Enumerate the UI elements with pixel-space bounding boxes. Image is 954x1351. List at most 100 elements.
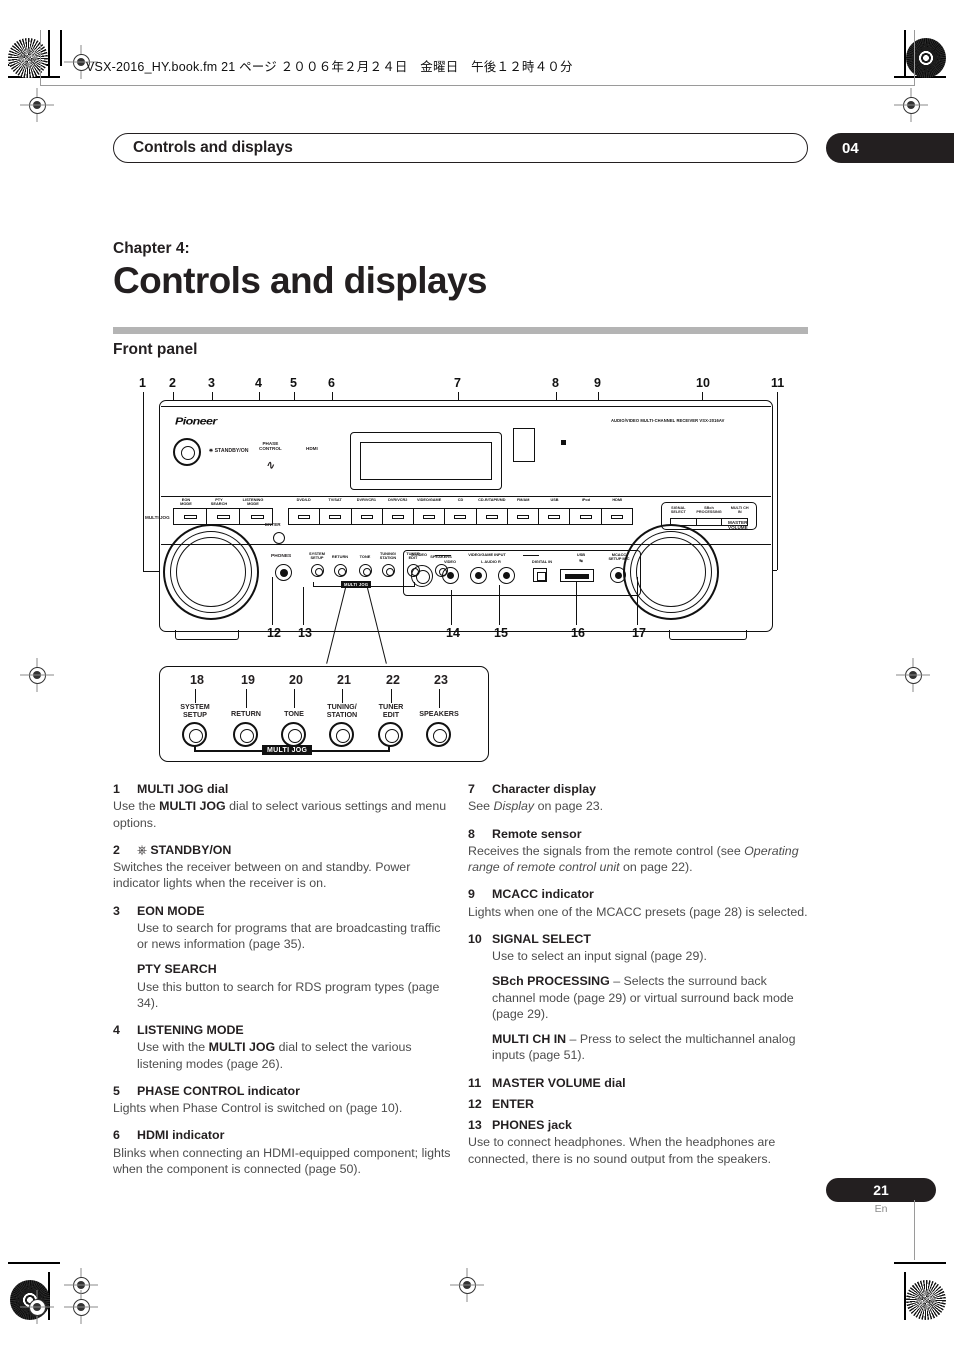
detail-num-20: 20	[289, 673, 303, 687]
crop-mark-tl-v	[48, 30, 50, 78]
input-button-dvr-vcr1[interactable]	[352, 509, 383, 524]
callout-13: 13	[298, 626, 312, 640]
entry-1-body: Use the MULTI JOG dial to select various…	[113, 798, 453, 831]
leader-13	[303, 587, 304, 625]
leader-15	[499, 585, 500, 625]
callout-11: 11	[771, 376, 785, 390]
multi-jog-dial[interactable]	[163, 524, 259, 620]
input-label-7: FM/AM	[516, 498, 530, 502]
description-column-right: 7 Character display See Display on page 2…	[468, 781, 808, 1178]
entry-4-title: LISTENING MODE	[137, 1023, 244, 1037]
input-button-ipod[interactable]	[570, 509, 602, 524]
input-button-cd[interactable]	[445, 509, 477, 524]
entry-11-title: MASTER VOLUME dial	[492, 1075, 626, 1090]
s-video-jack[interactable]	[411, 565, 433, 587]
callout-7: 7	[454, 376, 461, 390]
entry-8-title: Remote sensor	[492, 826, 582, 841]
crop-mark-tl-v2	[60, 30, 62, 66]
callout-12: 12	[267, 626, 281, 640]
character-display	[350, 432, 502, 490]
return-button[interactable]	[334, 564, 347, 577]
registration-mark-left-top	[20, 88, 54, 122]
detail-label-23: SPEAKERS	[419, 709, 459, 718]
crop-mark-bl-h	[8, 1262, 60, 1264]
input-button-fm-am[interactable]	[508, 509, 540, 524]
entry-3: 3 EON MODE Use to search for programs tha…	[113, 903, 453, 1012]
entry-10-sub2: MULTI CH IN – Press to select the multic…	[492, 1031, 808, 1064]
entry-7-head: 7 Character display	[468, 781, 808, 797]
usb-port[interactable]	[560, 569, 594, 582]
entry-9-head: 9 MCACC indicator	[468, 886, 808, 902]
entry-10: 10 SIGNAL SELECT Use to select an input s…	[468, 931, 808, 1064]
entry-10-sub2-key: MULTI CH IN	[492, 1032, 567, 1046]
s-video-io-label: S-VIDEO	[411, 552, 427, 557]
input-button-dvr-vcr2[interactable]	[383, 509, 415, 524]
io-group-rule-right	[523, 555, 539, 556]
entry-2-head: 2 ⎈ STANDBY/ON	[113, 842, 453, 858]
entry-9-body: Lights when one of the MCACC presets (pa…	[468, 904, 808, 919]
detail-knob-tone[interactable]	[281, 722, 306, 747]
leader-14	[451, 590, 452, 625]
phones-jack[interactable]	[275, 564, 292, 581]
chassis-foot-right	[669, 630, 747, 640]
input-label-5: CD	[457, 498, 464, 502]
detail-knob-return[interactable]	[233, 722, 258, 747]
input-label-1: TV/SAT	[328, 498, 342, 502]
detail-leader-20	[294, 689, 296, 708]
detail-knob-tuning-station[interactable]	[329, 722, 354, 747]
entry-10-sub1: SBch PROCESSING – Selects the surround b…	[492, 973, 808, 1022]
multi-jog-tag: MULTI JOG	[341, 581, 372, 588]
detail-label-19: RETURN	[231, 709, 261, 718]
phones-jack-label: PHONES	[271, 554, 292, 559]
entry-4-body-a: Use with the	[137, 1040, 209, 1055]
mcacc-setup-mic-jack[interactable]	[610, 567, 626, 583]
entry-6: 6 HDMI indicator Blinks when connecting a…	[113, 1127, 453, 1177]
tuning-station-button[interactable]	[382, 564, 395, 577]
entry-3-head: 3 EON MODE	[113, 903, 453, 919]
detail-knob-system-setup[interactable]	[182, 722, 207, 747]
system-setup-button[interactable]	[311, 564, 324, 577]
standby-on-button[interactable]	[173, 438, 201, 466]
tone-button[interactable]	[359, 564, 372, 577]
entry-3-title: EON MODE	[137, 903, 205, 918]
entry-6-title: HDMI indicator	[137, 1128, 225, 1143]
input-button-video-game[interactable]	[414, 509, 446, 524]
input-label-8: USB	[550, 498, 559, 502]
digital-in-label: DIGITAL IN	[531, 559, 553, 564]
front-panel-figure: 1 2 3 4 5 6 7 8 9 10 11 Pioneer AUDIO/VI…	[113, 372, 813, 772]
entry-7: 7 Character display See Display on page 2…	[468, 781, 808, 815]
detail-knob-speakers[interactable]	[426, 722, 451, 747]
digital-in-optical-jack[interactable]	[533, 568, 547, 582]
entry-10-head: 10 SIGNAL SELECT	[468, 931, 808, 947]
input-label-9: iPod	[581, 498, 591, 502]
entry-13-head: 13 PHONES jack	[468, 1117, 808, 1133]
entry-6-num: 6	[113, 1128, 120, 1143]
sbch-processing-button[interactable]	[697, 519, 723, 525]
callout-9: 9	[594, 376, 601, 390]
entry-12-title: ENTER	[492, 1096, 534, 1111]
entry-7-title: Character display	[492, 782, 596, 796]
input-button-tv-sat[interactable]	[320, 509, 352, 524]
audio-right-rca-jack[interactable]	[498, 567, 515, 584]
detail-leader-19	[246, 689, 248, 708]
entry-2: 2 ⎈ STANDBY/ON Switches the receiver betw…	[113, 842, 453, 892]
input-button-cdr-tape-md[interactable]	[477, 509, 508, 524]
enter-button[interactable]	[273, 532, 285, 544]
input-selector-strip[interactable]	[288, 508, 633, 525]
callout-2: 2	[169, 376, 176, 390]
callout-16: 16	[571, 626, 585, 640]
input-button-usb[interactable]	[539, 509, 571, 524]
entry-8: 8 Remote sensor Receives the signals from…	[468, 826, 808, 876]
left-button-strip[interactable]	[173, 508, 273, 525]
entry-5: 5 PHASE CONTROL indicator Lights when Pha…	[113, 1083, 453, 1117]
video-rca-jack[interactable]	[442, 567, 459, 584]
input-button-dvd-ld[interactable]	[289, 509, 321, 524]
input-label-0: DVD/LD	[296, 498, 311, 502]
audio-left-rca-jack[interactable]	[470, 567, 487, 584]
print-test-pattern-br	[906, 1280, 946, 1320]
page-number-badge: 21	[826, 1178, 936, 1202]
input-button-hdmi[interactable]	[602, 509, 632, 524]
callout-10: 10	[696, 376, 710, 390]
detail-knob-tuner-edit[interactable]	[378, 722, 403, 747]
header-rule-left	[40, 30, 41, 86]
